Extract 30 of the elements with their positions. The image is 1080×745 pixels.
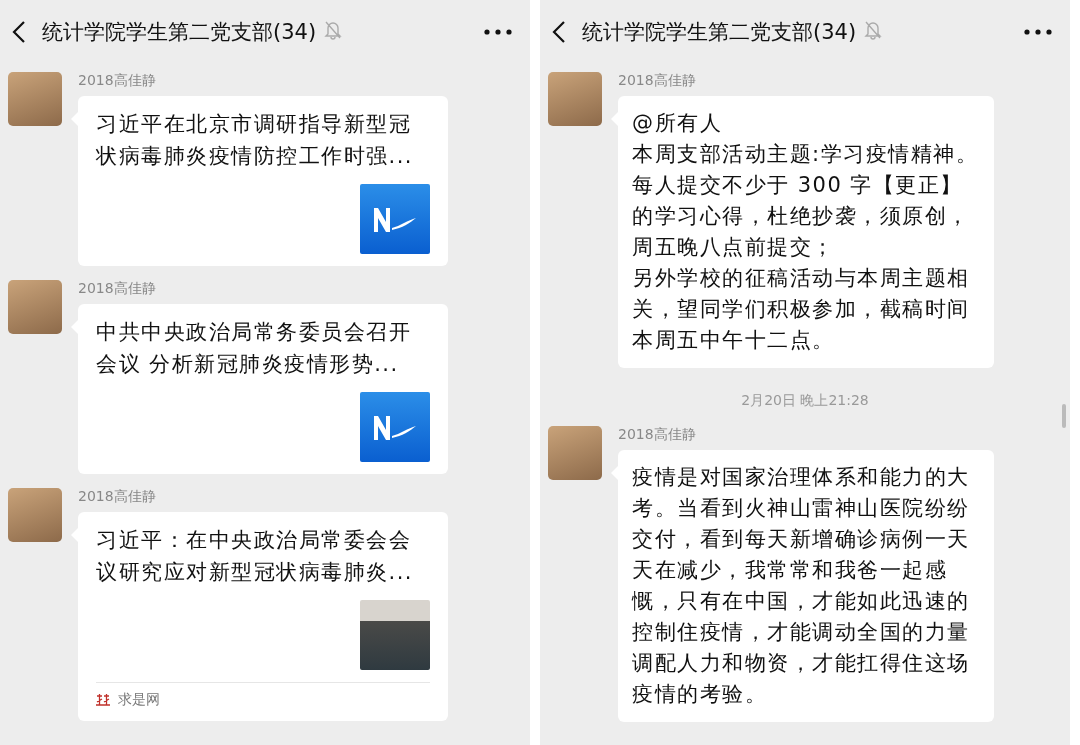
avatar-photo[interactable] [8,488,62,542]
avatar-photo[interactable] [8,280,62,334]
sender-name: 2018高佳静 [618,72,697,90]
message-text: 本周支部活动主题:学习疫情精神。每人提交不少于 300 字【更正】的学习心得，杜绝抄袭，须原创，周五晚八点前提交； [632,141,980,261]
source-name: 求是网 [118,691,160,709]
avatar-photo[interactable] [548,72,602,126]
avatar-photo[interactable] [548,426,602,480]
scrollbar[interactable] [1062,404,1066,428]
logo-thumbnail [360,184,430,254]
back-icon [12,20,26,44]
timestamp: 2月20日 晚上21:28 [741,392,869,410]
sender-name: 2018高佳静 [78,72,157,90]
avatar-photo[interactable] [8,72,62,126]
article-title: 习近平在北京市调研指导新型冠状病毒肺炎疫情防控工作时强... [96,111,415,170]
chat-title: 统计学院学生第二党支部(34) [582,19,857,46]
more-icon [1024,29,1052,35]
more-icon [484,29,512,35]
logo-thumbnail [360,392,430,462]
photo-placeholder [360,600,430,670]
sender-name: 2018高佳静 [78,488,157,506]
article-title: 中共中央政治局常务委员会召开会议 分析新冠肺炎疫情形势... [96,319,412,378]
message-text: @所有人 [632,110,723,137]
message-text: 另外学校的征稿活动与本周主题相关，望同学们积极参加，截稿时间本周五中午十二点。 [632,265,971,354]
chat-title: 统计学院学生第二党支部(34) [42,19,317,46]
sender-name: 2018高佳静 [78,280,157,298]
sender-name: 2018高佳静 [618,426,697,444]
article-title: 习近平：在中央政治局常委会会议研究应对新型冠状病毒肺炎... [96,527,415,586]
source-logo-icon [96,694,110,706]
message-text: 疫情是对国家治理体系和能力的大考。当看到火神山雷神山医院纷纷交付，看到每天新增确诊病例一天天在减少，我常常和我爸一起感慨，只有在中国，才能如此迅速的控制住疫情，才能调动全国的力量调配人力和物资，才能扛得住这场疫情的考验。 [632,464,971,708]
back-icon [552,20,566,44]
